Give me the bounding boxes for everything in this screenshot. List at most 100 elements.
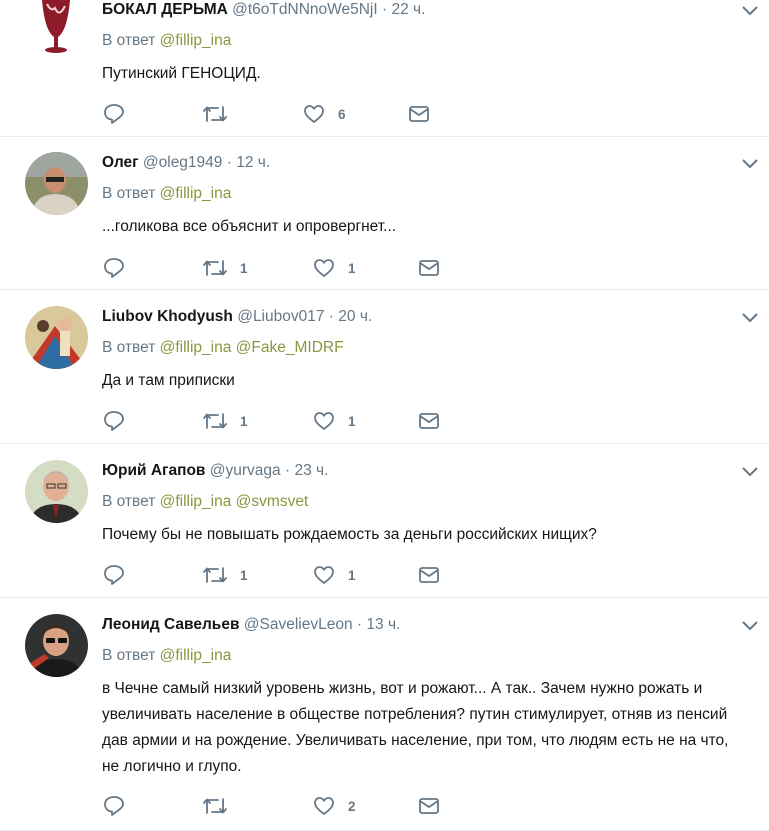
tweet-header: Леонид Савельев @SavelievLeon · 13 ч. (102, 615, 749, 635)
like-button[interactable]: 1 (312, 409, 417, 433)
reply-mention-link[interactable]: @fillip_ina (160, 339, 232, 356)
reply-mention-link[interactable]: @fillip_ina (160, 32, 232, 49)
like-button[interactable]: 1 (312, 563, 417, 587)
reply-prefix: В ответ (102, 339, 156, 356)
like-button[interactable]: 6 (302, 102, 407, 126)
separator-dot: · (381, 1, 388, 18)
reply-mention-link[interactable]: @fillip_ina (160, 493, 232, 510)
direct-message-button[interactable] (417, 563, 441, 587)
avatar[interactable] (25, 306, 88, 369)
tweet-text: ...голикова все объяснит и опровергнет..… (102, 218, 397, 235)
reply-button[interactable] (102, 563, 202, 587)
direct-message-icon (419, 413, 439, 429)
reply-prefix: В ответ (102, 493, 156, 510)
timestamp[interactable]: 12 ч. (236, 154, 270, 171)
tweet[interactable]: Юрий Агапов @yurvaga · 23 ч. В ответ @fi… (0, 444, 769, 598)
direct-message-button[interactable] (417, 256, 441, 280)
display-name[interactable]: Олег (102, 154, 139, 171)
retweet-button[interactable]: 1 (202, 409, 312, 433)
timestamp[interactable]: 13 ч. (366, 616, 400, 633)
heart-icon (314, 412, 334, 430)
user-handle[interactable]: @SavelievLeon (244, 616, 353, 633)
avatar[interactable] (25, 152, 88, 215)
heart-icon (314, 797, 334, 815)
retweet-button[interactable] (202, 794, 312, 818)
like-count: 1 (348, 567, 356, 583)
direct-message-icon (419, 260, 439, 276)
display-name[interactable]: Liubov Khodyush (102, 308, 233, 325)
reply-icon (104, 796, 124, 816)
avatar[interactable] (25, 0, 88, 57)
reply-context: В ответ @fillip_ina (102, 31, 749, 51)
reply-context: В ответ @fillip_ina @Fake_MIDRF (102, 338, 749, 358)
retweet-count: 1 (240, 413, 248, 429)
timestamp[interactable]: 20 ч. (338, 308, 372, 325)
tweet-header: Юрий Агапов @yurvaga · 23 ч. (102, 461, 749, 481)
reply-prefix: В ответ (102, 185, 156, 202)
user-photo-icon (25, 460, 88, 523)
avatar[interactable] (25, 460, 88, 523)
reply-icon (104, 258, 124, 278)
reply-mention-link[interactable]: @Fake_MIDRF (236, 339, 344, 356)
retweet-button[interactable]: 1 (202, 563, 312, 587)
chevron-down-icon[interactable] (741, 620, 759, 632)
tweet-text: Да и там приписки (102, 372, 235, 389)
reply-context: В ответ @fillip_ina @svmsvet (102, 492, 749, 512)
tweet-text: Почему бы не повышать рождаемость за ден… (102, 526, 597, 543)
direct-message-button[interactable] (407, 102, 431, 126)
display-name[interactable]: Леонид Савельев (102, 616, 239, 633)
reply-mention-link[interactable]: @fillip_ina (160, 185, 232, 202)
tweet-header: Олег @oleg1949 · 12 ч. (102, 153, 749, 173)
avatar[interactable] (25, 614, 88, 677)
tweet-actions: 6 (102, 102, 431, 126)
wine-glass-avatar-icon (25, 0, 88, 57)
user-photo-icon (25, 152, 88, 215)
like-count: 1 (348, 260, 356, 276)
reply-button[interactable] (102, 256, 202, 280)
user-handle[interactable]: @t6oTdNNnoWe5NjI (232, 1, 378, 18)
tweet[interactable]: Леонид Савельев @SavelievLeon · 13 ч. В … (0, 598, 769, 831)
tweet[interactable]: Liubov Khodyush @Liubov017 · 20 ч. В отв… (0, 290, 769, 444)
direct-message-button[interactable] (417, 409, 441, 433)
heart-icon (304, 105, 324, 123)
retweet-button[interactable] (202, 102, 302, 126)
tweet[interactable]: БОКАЛ ДЕРЬМА @t6oTdNNnoWe5NjI · 22 ч. В … (0, 0, 769, 137)
timestamp[interactable]: 23 ч. (294, 462, 328, 479)
tweet-actions: 1 1 (102, 256, 441, 280)
user-handle[interactable]: @Liubov017 (237, 308, 324, 325)
reply-context: В ответ @fillip_ina (102, 646, 749, 666)
timestamp[interactable]: 22 ч. (391, 1, 425, 18)
tweet[interactable]: Олег @oleg1949 · 12 ч. В ответ @fillip_i… (0, 137, 769, 290)
heart-icon (314, 566, 334, 584)
tweet-actions: 1 1 (102, 563, 441, 587)
retweet-icon (203, 798, 227, 814)
display-name[interactable]: БОКАЛ ДЕРЬМА (102, 1, 228, 18)
retweet-icon (203, 567, 227, 583)
retweet-icon (203, 106, 227, 122)
user-handle[interactable]: @yurvaga (210, 462, 281, 479)
separator-dot: · (226, 154, 232, 171)
user-photo-icon (25, 306, 88, 369)
direct-message-button[interactable] (417, 794, 441, 818)
tweet-header: БОКАЛ ДЕРЬМА @t6oTdNNnoWe5NjI · 22 ч. (102, 0, 749, 20)
chevron-down-icon[interactable] (741, 5, 759, 17)
user-handle[interactable]: @oleg1949 (143, 154, 223, 171)
display-name[interactable]: Юрий Агапов (102, 462, 205, 479)
like-button[interactable]: 2 (312, 794, 417, 818)
direct-message-icon (409, 106, 429, 122)
separator-dot: · (284, 462, 291, 479)
reply-mention-link[interactable]: @svmsvet (236, 493, 309, 510)
tweet-text: Путинский ГЕНОЦИД. (102, 65, 261, 82)
chevron-down-icon[interactable] (741, 466, 759, 478)
reply-icon (104, 104, 124, 124)
chevron-down-icon[interactable] (741, 158, 759, 170)
like-button[interactable]: 1 (312, 256, 417, 280)
chevron-down-icon[interactable] (741, 312, 759, 324)
reply-button[interactable] (102, 102, 202, 126)
reply-mention-link[interactable]: @fillip_ina (160, 647, 232, 664)
reply-button[interactable] (102, 794, 202, 818)
reply-button[interactable] (102, 409, 202, 433)
separator-dot: · (356, 616, 363, 633)
retweet-button[interactable]: 1 (202, 256, 312, 280)
reply-icon (104, 411, 124, 431)
